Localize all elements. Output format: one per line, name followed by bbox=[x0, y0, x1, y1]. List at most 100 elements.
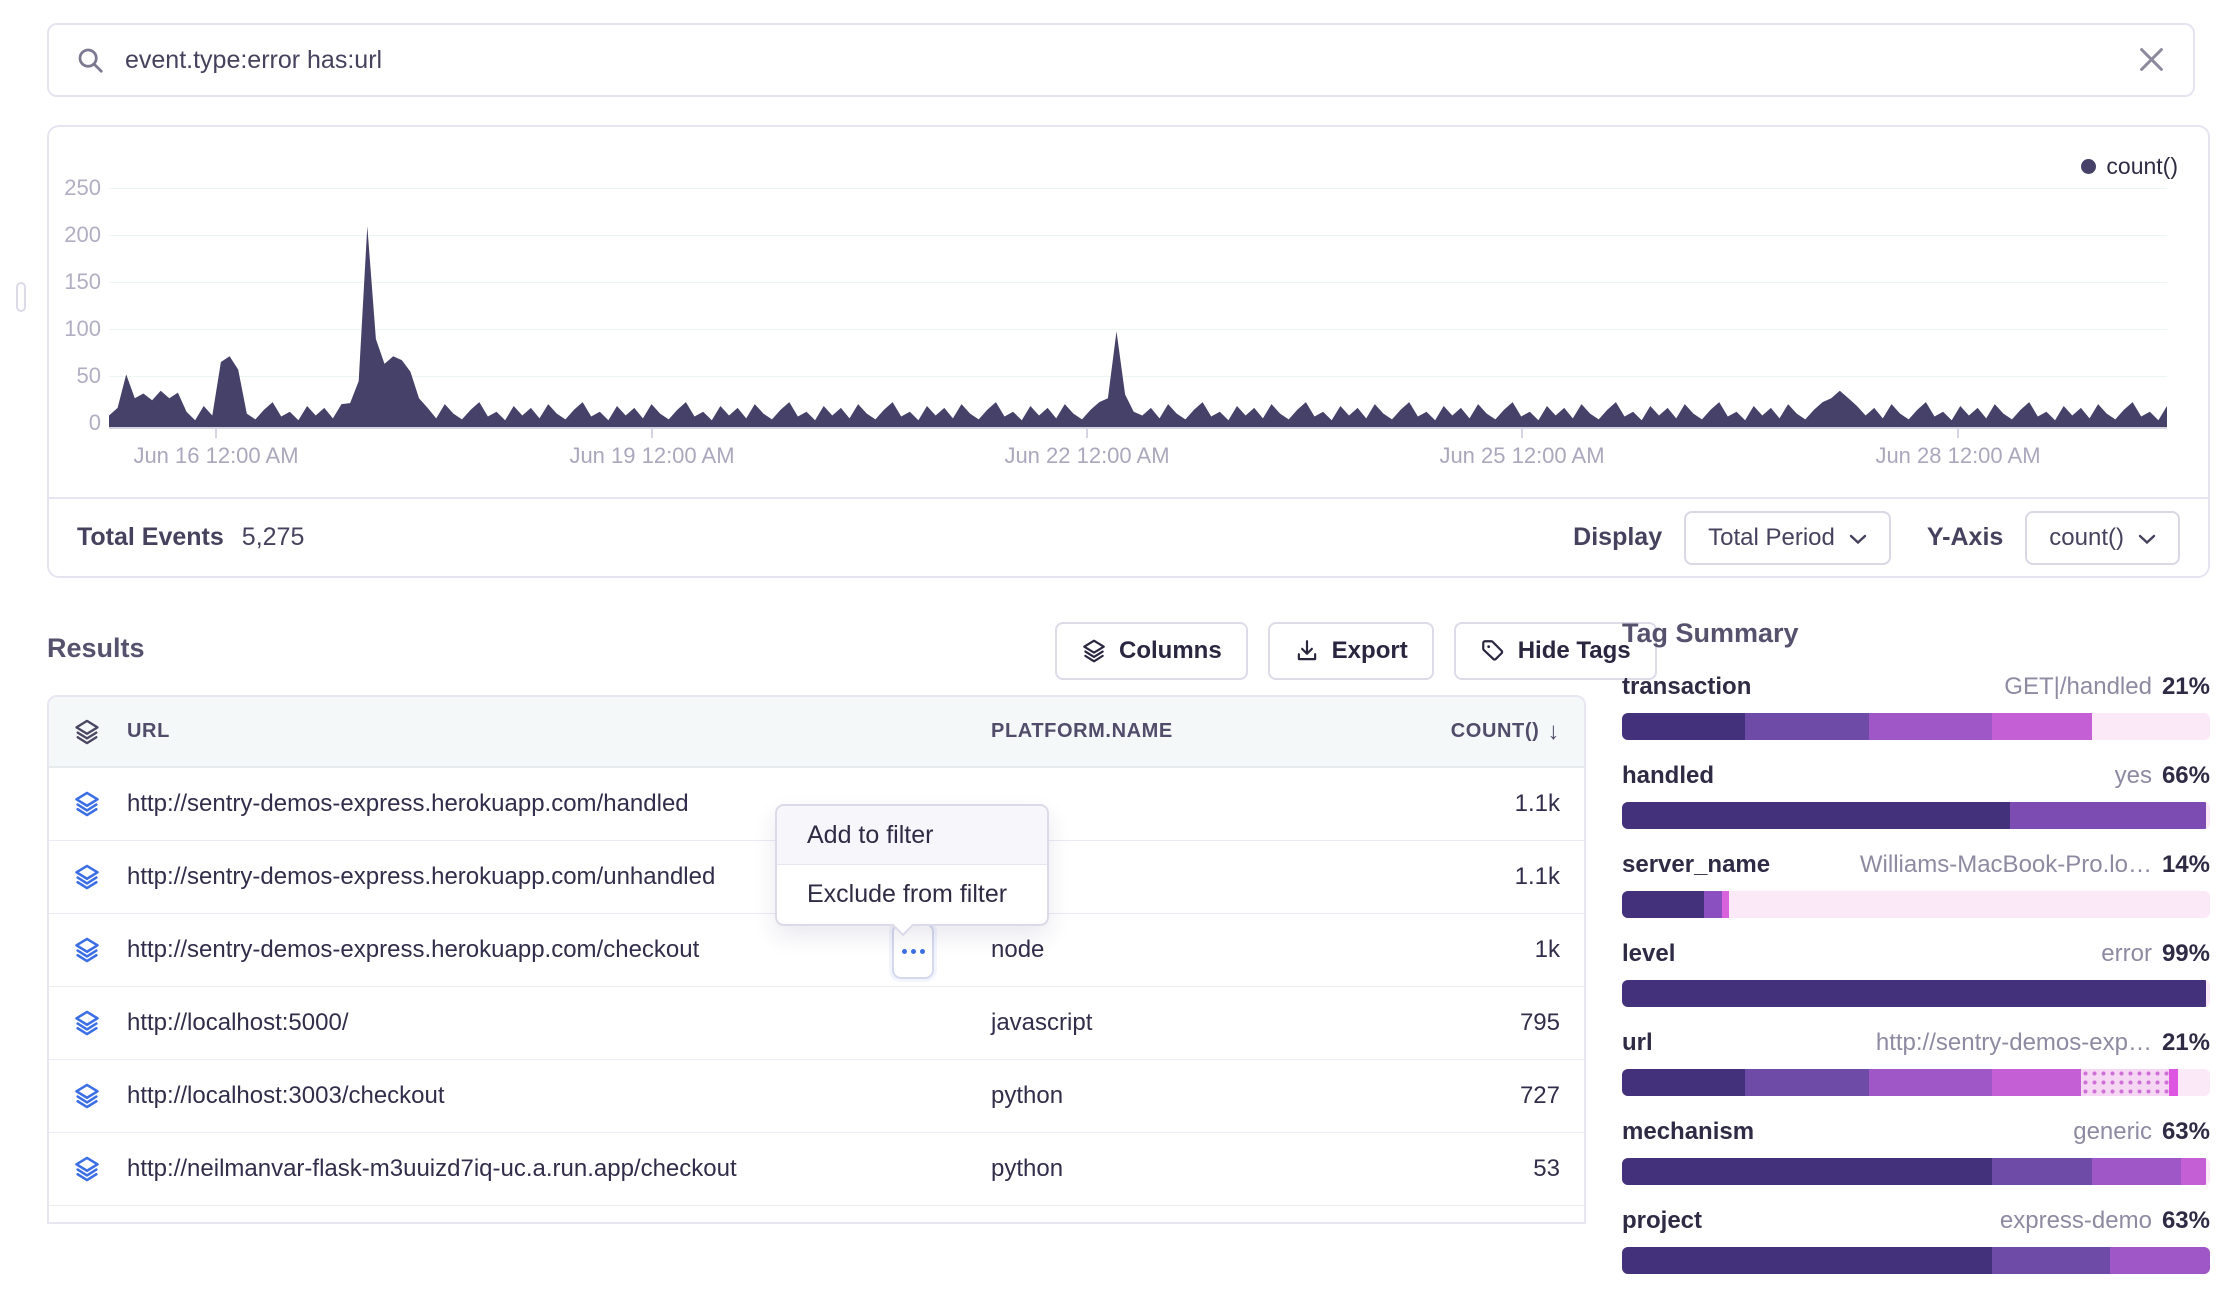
chart-footer: Total Events 5,275 Display Total Period … bbox=[49, 497, 2208, 576]
tag-bar-segment[interactable] bbox=[1622, 1158, 1992, 1185]
tag-bar-segment[interactable] bbox=[2181, 1158, 2206, 1185]
tag-row: project express-demo 63% bbox=[1622, 1207, 2210, 1274]
results-table: URL PLATFORM.NAME COUNT() ↓ http://sentr… bbox=[47, 695, 1586, 1224]
tag-distribution-bar[interactable] bbox=[1622, 1247, 2210, 1274]
search-input[interactable] bbox=[123, 45, 2137, 76]
tag-bar-segment[interactable] bbox=[2092, 1158, 2180, 1185]
tag-bar-segment[interactable] bbox=[1745, 713, 1868, 740]
tag-distribution-bar[interactable] bbox=[1622, 713, 2210, 740]
x-axis-tickmark bbox=[1521, 429, 1523, 438]
results-toolbar: Columns Export Hide Tags bbox=[1055, 622, 1657, 680]
tag-bar-segment[interactable] bbox=[1622, 802, 2010, 829]
tag-bar-segment[interactable] bbox=[1869, 1069, 1992, 1096]
tag-summary-title: Tag Summary bbox=[1622, 618, 2210, 649]
tag-distribution-bar[interactable] bbox=[1622, 891, 2210, 918]
tag-distribution-bar[interactable] bbox=[1622, 802, 2210, 829]
table-row[interactable] bbox=[49, 1206, 1584, 1224]
tag-bar-segment[interactable] bbox=[1745, 1069, 1868, 1096]
tag-bar-segment[interactable] bbox=[1992, 1158, 2092, 1185]
menu-item-add-to-filter[interactable]: Add to filter bbox=[777, 806, 1047, 865]
tag-bar-segment[interactable] bbox=[1722, 891, 1729, 918]
display-select[interactable]: Total Period bbox=[1684, 511, 1891, 565]
row-url[interactable]: http://sentry-demos-express.herokuapp.co… bbox=[127, 936, 991, 964]
tag-bar-segment[interactable] bbox=[2010, 802, 2206, 829]
tag-top-value: Williams-MacBook-Pro.lo… bbox=[1860, 851, 2152, 879]
table-header-row: URL PLATFORM.NAME COUNT() ↓ bbox=[49, 697, 1584, 768]
row-url[interactable]: http://localhost:5000/ bbox=[127, 1009, 991, 1037]
x-axis-tickmark bbox=[1957, 429, 1959, 438]
tag-distribution-bar[interactable] bbox=[1622, 980, 2210, 1007]
tag-percent: 66% bbox=[2162, 762, 2210, 790]
tag-percent: 14% bbox=[2162, 851, 2210, 879]
tag-bar-segment[interactable] bbox=[1729, 891, 2210, 918]
tag-bar-segment[interactable] bbox=[2206, 1158, 2210, 1185]
tag-percent: 63% bbox=[2162, 1207, 2210, 1235]
table-row[interactable]: http://localhost:3003/checkout python 72… bbox=[49, 1060, 1584, 1133]
column-url[interactable]: URL bbox=[127, 720, 991, 743]
layers-icon bbox=[1081, 638, 1107, 664]
layers-icon bbox=[73, 936, 101, 964]
tag-label[interactable]: project bbox=[1622, 1207, 1702, 1235]
tag-row: handled yes 66% bbox=[1622, 762, 2210, 829]
tag-bar-segment[interactable] bbox=[2110, 1247, 2210, 1274]
tag-bar-segment[interactable] bbox=[1992, 1247, 2110, 1274]
tag-top-value: yes bbox=[2115, 762, 2152, 790]
tag-bar-segment[interactable] bbox=[2092, 713, 2210, 740]
tag-bar-segment[interactable] bbox=[1622, 1069, 1745, 1096]
columns-button[interactable]: Columns bbox=[1055, 622, 1248, 680]
tag-bar-segment[interactable] bbox=[1992, 713, 2092, 740]
tag-label[interactable]: level bbox=[1622, 940, 1675, 968]
layers-icon[interactable] bbox=[73, 718, 101, 746]
tag-bar-segment[interactable] bbox=[1622, 1247, 1992, 1274]
tag-bar-segment[interactable] bbox=[1622, 713, 1745, 740]
events-chart-panel: count() 250 200 150 100 50 0 Jun 16 12:0… bbox=[47, 125, 2210, 578]
x-axis-tickmark bbox=[1086, 429, 1088, 438]
tag-bar-segment[interactable] bbox=[1622, 980, 2206, 1007]
yaxis-select[interactable]: count() bbox=[2025, 511, 2180, 565]
panel-drag-handle[interactable] bbox=[16, 282, 26, 312]
column-platform[interactable]: PLATFORM.NAME bbox=[991, 720, 1311, 743]
search-bar[interactable] bbox=[47, 23, 2195, 97]
x-axis-tickmark bbox=[215, 429, 217, 438]
table-row[interactable]: http://localhost:5000/ javascript 795 bbox=[49, 987, 1584, 1060]
tag-bar-segment[interactable] bbox=[2206, 802, 2210, 829]
tag-bar-segment[interactable] bbox=[2206, 980, 2210, 1007]
tag-label[interactable]: url bbox=[1622, 1029, 1653, 1057]
tag-percent: 63% bbox=[2162, 1118, 2210, 1146]
results-title: Results bbox=[47, 633, 145, 664]
export-button[interactable]: Export bbox=[1268, 622, 1434, 680]
y-axis-tick: 0 bbox=[49, 411, 101, 435]
tag-distribution-bar[interactable] bbox=[1622, 1158, 2210, 1185]
tag-row: url http://sentry-demos-exp… 21% bbox=[1622, 1029, 2210, 1096]
tag-bar-segment[interactable] bbox=[2081, 1069, 2169, 1096]
search-icon bbox=[75, 45, 105, 75]
tag-label[interactable]: mechanism bbox=[1622, 1118, 1754, 1146]
row-platform: node bbox=[991, 936, 1311, 964]
row-url[interactable]: http://localhost:3003/checkout bbox=[127, 1082, 991, 1110]
menu-item-exclude-from-filter[interactable]: Exclude from filter bbox=[777, 865, 1047, 924]
tag-bar-segment[interactable] bbox=[1622, 891, 1704, 918]
tag-bar-segment[interactable] bbox=[2169, 1069, 2178, 1096]
tag-row: mechanism generic 63% bbox=[1622, 1118, 2210, 1185]
table-row[interactable]: http://neilmanvar-flask-m3uuizd7iq-uc.a.… bbox=[49, 1133, 1584, 1206]
tag-distribution-bar[interactable] bbox=[1622, 1069, 2210, 1096]
y-axis-tick: 150 bbox=[49, 270, 101, 294]
row-url[interactable]: http://neilmanvar-flask-m3uuizd7iq-uc.a.… bbox=[127, 1155, 991, 1183]
sort-desc-icon: ↓ bbox=[1547, 718, 1560, 746]
x-axis-tick: Jun 22 12:00 AM bbox=[1004, 443, 1169, 469]
tag-percent: 99% bbox=[2162, 940, 2210, 968]
tag-label[interactable]: handled bbox=[1622, 762, 1714, 790]
tag-bar-segment[interactable] bbox=[1869, 713, 1992, 740]
total-events-label: Total Events bbox=[77, 523, 224, 552]
tag-bar-segment[interactable] bbox=[1704, 891, 1722, 918]
display-label: Display bbox=[1573, 523, 1662, 552]
clear-search-icon[interactable] bbox=[2137, 45, 2167, 75]
row-count: 1k bbox=[1311, 936, 1560, 964]
tag-bar-segment[interactable] bbox=[2178, 1069, 2210, 1096]
x-axis-line bbox=[109, 427, 2167, 429]
event-volume-chart[interactable] bbox=[109, 187, 2167, 427]
tag-label[interactable]: server_name bbox=[1622, 851, 1770, 879]
tag-label[interactable]: transaction bbox=[1622, 673, 1751, 701]
column-count[interactable]: COUNT() ↓ bbox=[1311, 718, 1560, 746]
tag-bar-segment[interactable] bbox=[1992, 1069, 2080, 1096]
